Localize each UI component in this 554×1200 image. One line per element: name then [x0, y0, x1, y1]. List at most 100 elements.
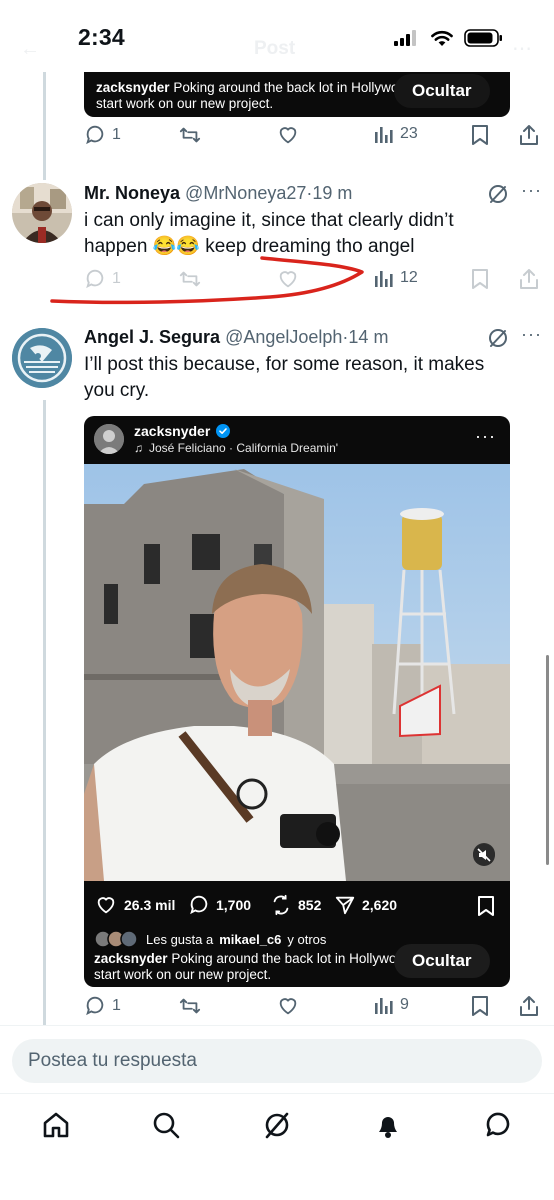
embed-caption: Poking around the back lot in Hollywo	[173, 80, 399, 95]
post-actions: 1 23	[84, 124, 544, 154]
embedded-post-card[interactable]: zacksnyder ♫ José Feliciano · California…	[84, 416, 510, 987]
embed-avatar[interactable]	[94, 424, 124, 454]
reply-placeholder: Postea tu respuesta	[28, 1050, 197, 1071]
hide-caption-button[interactable]: Ocultar	[394, 74, 490, 108]
embedded-post-card[interactable]: zacksnyder Poking around the back lot in…	[84, 72, 510, 117]
reply-icon	[86, 996, 104, 1016]
tweet-header: Mr. Noneya @MrNoneya27·19 m	[84, 183, 353, 203]
views-count: 9	[400, 996, 409, 1013]
home-icon[interactable]	[41, 1110, 71, 1140]
views-count: 12	[400, 269, 418, 286]
repost-icon	[179, 998, 201, 1014]
views-button[interactable]: 23	[374, 124, 418, 144]
embed-comments-count: 1,700	[216, 897, 252, 913]
author-handle[interactable]: @AngelJoelph	[225, 327, 342, 347]
reply-button[interactable]: 1	[84, 995, 121, 1017]
hide-caption-button[interactable]: Ocultar	[394, 944, 490, 978]
grok-icon[interactable]	[487, 183, 509, 205]
cellular-signal-icon	[394, 30, 416, 46]
like-button[interactable]	[276, 995, 300, 1017]
embed-caption-username[interactable]: zacksnyder	[94, 951, 168, 966]
like-heart-icon[interactable]	[94, 894, 118, 916]
scrollbar[interactable]	[546, 655, 549, 865]
embed-caption: Poking around the back lot in Hollywo	[171, 951, 397, 966]
grok-icon[interactable]	[487, 327, 509, 349]
bookmark-button[interactable]	[470, 268, 490, 290]
avatar[interactable]	[12, 183, 72, 243]
repost-icon	[179, 127, 201, 143]
repost-icon[interactable]	[270, 894, 292, 916]
views-bar-chart-icon	[375, 998, 393, 1014]
heart-icon	[279, 998, 297, 1015]
author-handle[interactable]: @MrNoneya27	[185, 183, 306, 203]
post-actions: 1 9	[84, 995, 544, 1025]
avatar-image	[12, 183, 72, 243]
send-icon[interactable]	[334, 894, 356, 916]
thread-line	[43, 72, 46, 180]
bookmark-icon	[472, 269, 488, 289]
reply-input[interactable]: Postea tu respuesta	[12, 1039, 542, 1083]
share-icon	[520, 125, 538, 145]
author-name[interactable]: Mr. Noneya	[84, 183, 180, 203]
thread-line	[43, 400, 46, 1025]
reply-count: 1	[112, 126, 121, 143]
share-button[interactable]	[518, 124, 540, 146]
views-count: 23	[400, 125, 418, 142]
verified-badge-icon	[216, 424, 231, 438]
mute-icon[interactable]	[473, 844, 495, 866]
notifications-bell-icon[interactable]	[373, 1110, 403, 1140]
embed-username[interactable]: zacksnyder	[134, 423, 210, 439]
reply-bar: Postea tu respuesta	[0, 1025, 554, 1093]
reply-button[interactable]: 1	[84, 124, 121, 146]
grok-icon[interactable]	[262, 1110, 292, 1140]
bookmark-button[interactable]	[470, 995, 490, 1017]
views-button[interactable]: 9	[374, 995, 409, 1015]
wifi-icon	[431, 30, 453, 46]
post-time: 14 m	[348, 327, 389, 347]
author-name[interactable]: Angel J. Segura	[84, 327, 220, 347]
embed-likes-count: 26.3 mil	[124, 897, 176, 913]
bookmark-icon	[472, 996, 488, 1016]
bookmark-button[interactable]	[470, 124, 490, 146]
reply-icon	[86, 125, 104, 145]
share-button[interactable]	[518, 995, 540, 1017]
embed-more-icon[interactable]: ···	[475, 426, 496, 447]
avatar[interactable]	[12, 328, 72, 388]
share-icon	[520, 269, 538, 289]
like-button[interactable]	[276, 124, 300, 146]
repost-button[interactable]	[178, 995, 202, 1017]
back-arrow-icon[interactable]: ←	[20, 38, 40, 61]
tweet-header: Angel J. Segura @AngelJoelph·14 m	[84, 327, 389, 347]
views-button[interactable]: 12	[374, 268, 418, 288]
music-note-icon: ♫	[134, 441, 143, 455]
more-options-icon[interactable]: ···	[521, 324, 542, 345]
embed-save-icon[interactable]	[476, 895, 496, 917]
avatar-logo-image	[12, 328, 72, 388]
more-options-icon[interactable]: ···	[521, 180, 542, 201]
header-title: Post	[254, 38, 296, 59]
status-bar: ← Post ⋯ 2:34	[0, 0, 554, 72]
search-icon[interactable]	[151, 1110, 181, 1140]
embed-reposts-count: 852	[298, 897, 322, 913]
comment-icon[interactable]	[188, 894, 210, 916]
heart-icon	[279, 127, 297, 144]
post-time: 19 m	[312, 183, 353, 203]
liked-by-avatars	[94, 930, 138, 948]
liked-by-prefix: Les gusta a	[146, 931, 214, 947]
liked-by-user[interactable]: mikael_c6	[219, 932, 281, 947]
repost-button[interactable]	[178, 124, 202, 146]
embed-avatar-image	[94, 424, 124, 454]
embed-caption-line2: start work on our new project.	[96, 96, 274, 111]
tweet-text: I’ll post this because, for some reason,…	[84, 354, 485, 401]
embed-music[interactable]: José Feliciano · California Dreamin'	[149, 441, 338, 455]
header-more-icon[interactable]: ⋯	[512, 36, 532, 61]
red-underline-annotation	[50, 256, 364, 305]
messages-icon[interactable]	[483, 1110, 513, 1140]
status-time: 2:34	[78, 24, 125, 50]
bookmark-icon	[472, 125, 488, 145]
embed-username: zacksnyder	[96, 80, 170, 95]
reply-count: 1	[112, 997, 121, 1014]
embed-caption-line2: start work on our new project.	[94, 967, 272, 982]
embed-photo[interactable]	[84, 464, 510, 881]
share-button[interactable]	[518, 268, 540, 290]
